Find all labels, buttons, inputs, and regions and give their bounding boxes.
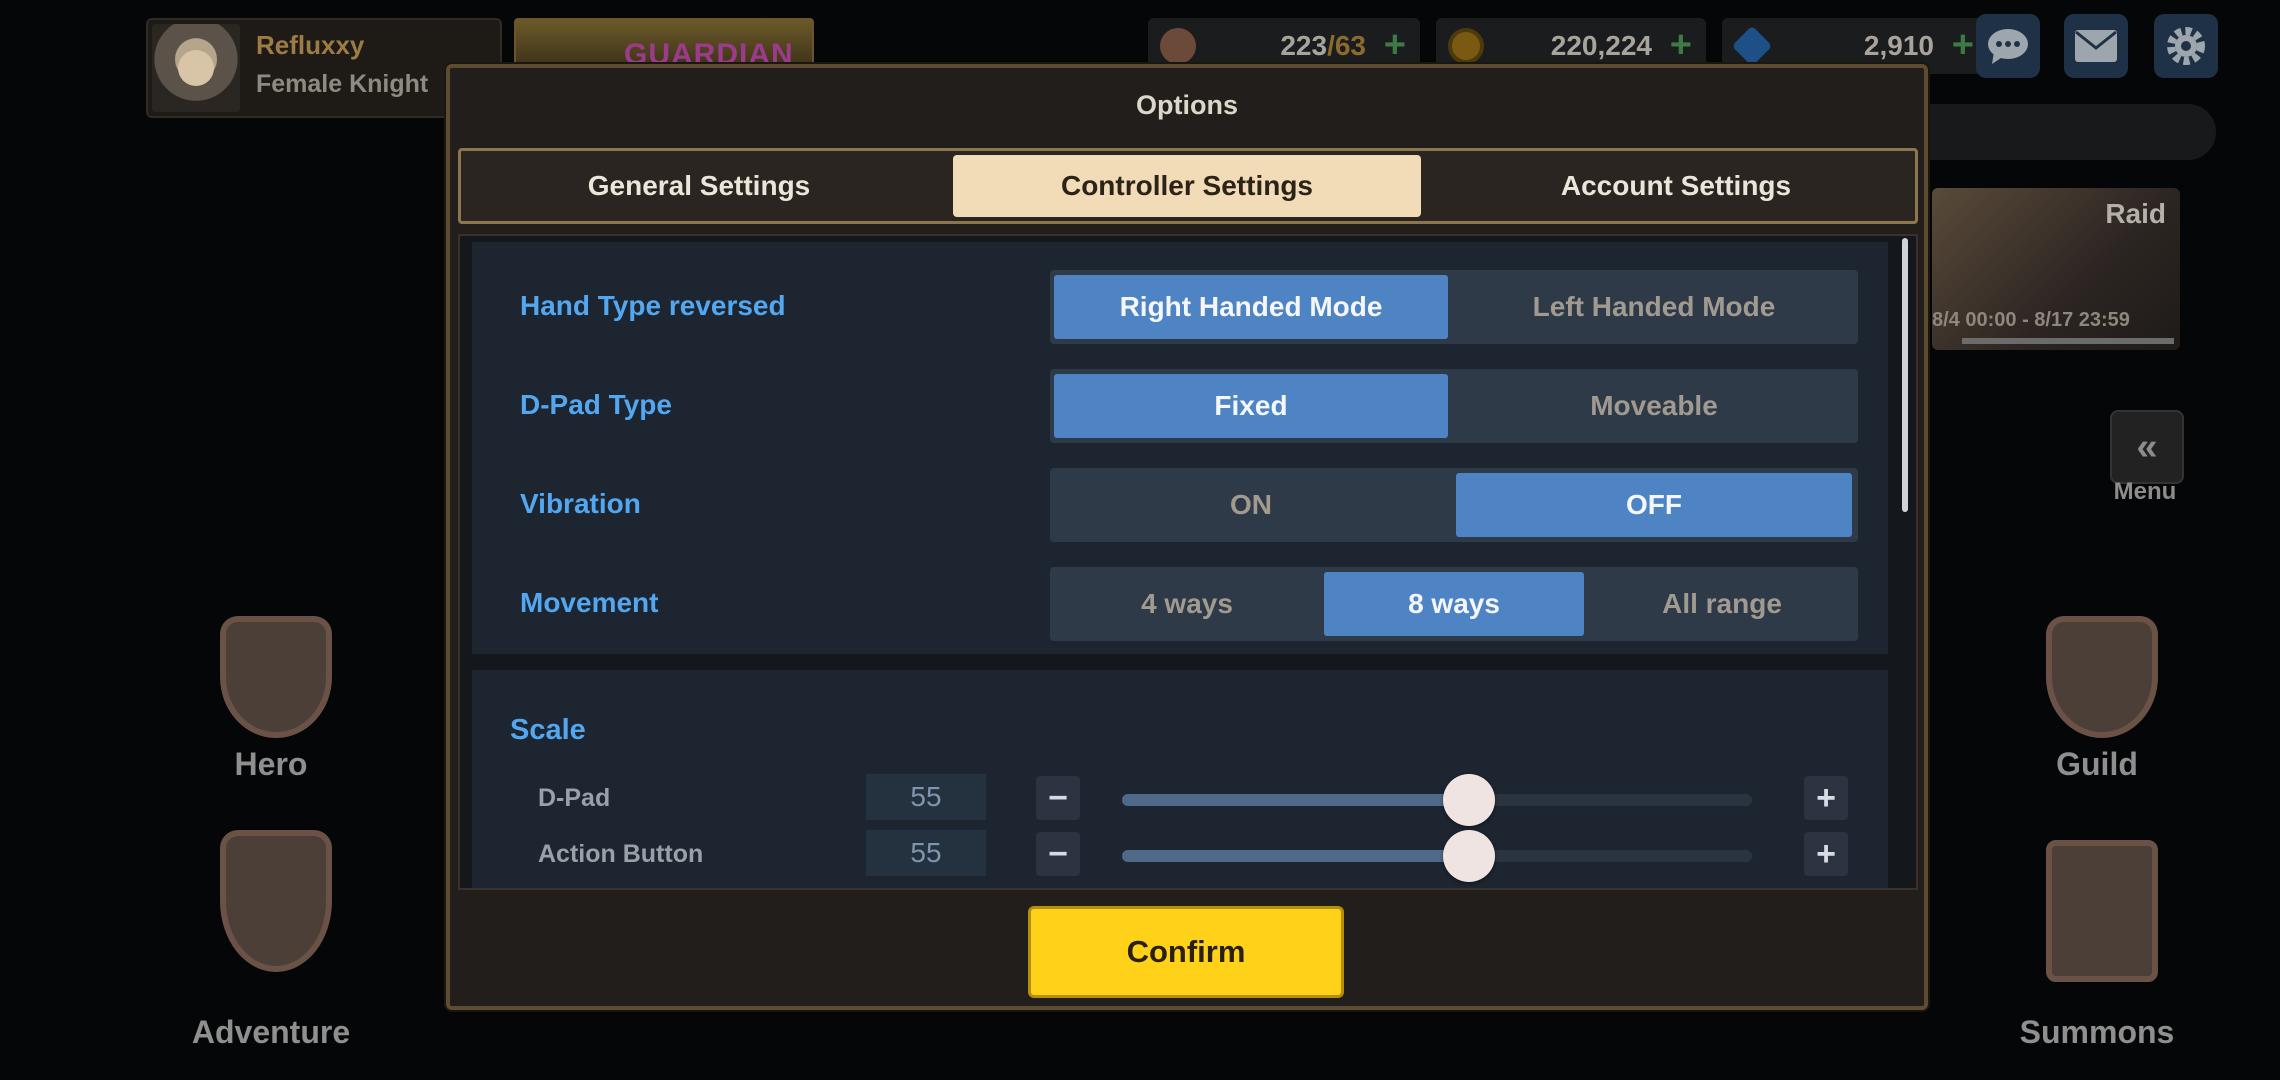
tab-account-settings[interactable]: Account Settings	[1441, 155, 1911, 217]
hand-type-toggle: Right Handed Mode Left Handed Mode	[1050, 270, 1858, 344]
player-class: Female Knight	[256, 70, 429, 98]
mail-button[interactable]	[2064, 14, 2128, 78]
gold-coin-icon	[1448, 28, 1484, 64]
dpad-scale-handle[interactable]	[1442, 774, 1495, 826]
action-button-scale-value: 55	[866, 830, 986, 876]
action-button-scale-row: Action Button 55 − +	[472, 826, 1888, 886]
player-name: Refluxxy	[256, 30, 365, 60]
movement-toggle: 4 ways 8 ways All range	[1050, 567, 1858, 641]
hero-nav-label: Hero	[234, 746, 308, 782]
summons-icon	[2046, 840, 2158, 982]
gear-icon	[2167, 27, 2205, 65]
tab-general-settings[interactable]: General Settings	[467, 155, 931, 217]
add-stamina-button[interactable]: +	[1384, 24, 1406, 67]
movement-all-range-option[interactable]: All range	[1590, 572, 1854, 636]
action-button-scale-decrease-button[interactable]: −	[1036, 832, 1080, 876]
raid-date: 8/4 00:00 - 8/17 23:59	[1932, 309, 2130, 331]
action-button-scale-handle[interactable]	[1442, 830, 1495, 882]
raid-banner[interactable]: Raid 8/4 00:00 - 8/17 23:59	[1932, 188, 2180, 350]
dpad-type-label: D-Pad Type	[520, 389, 672, 420]
hero-nav-button[interactable]	[210, 616, 332, 738]
guild-nav-label: Guild	[2056, 746, 2138, 782]
stamina-value: 223/63	[1280, 30, 1366, 61]
player-avatar	[152, 24, 240, 112]
vibration-label: Vibration	[520, 488, 641, 519]
guild-icon	[2046, 616, 2158, 738]
dpad-scale-value: 55	[866, 774, 986, 820]
dpad-scale-fill	[1122, 794, 1469, 806]
settings-tabs: General Settings Controller Settings Acc…	[458, 148, 1918, 224]
dpad-scale-row: D-Pad 55 − +	[472, 770, 1888, 830]
movement-8-ways-option[interactable]: 8 ways	[1324, 572, 1584, 636]
dpad-type-toggle: Fixed Moveable	[1050, 369, 1858, 443]
options-title: Options	[1136, 90, 1238, 120]
dpad-fixed-option[interactable]: Fixed	[1054, 374, 1448, 438]
confirm-button[interactable]: Confirm	[1028, 906, 1344, 998]
action-button-scale-fill	[1122, 850, 1469, 862]
mail-icon	[2075, 30, 2117, 62]
dpad-scale-increase-button[interactable]: +	[1804, 776, 1848, 820]
chat-button[interactable]	[1976, 14, 2040, 78]
gold-value: 220,224	[1550, 30, 1652, 61]
raid-progress-bar	[1962, 338, 2174, 344]
action-button-scale-increase-button[interactable]: +	[1804, 832, 1848, 876]
gem-value: 2,910	[1863, 30, 1934, 61]
add-gem-button[interactable]: +	[1952, 24, 1974, 67]
dpad-moveable-option[interactable]: Moveable	[1456, 374, 1852, 438]
action-button-scale-slider[interactable]	[1122, 830, 1752, 882]
controller-options-section: Hand Type reversed Right Handed Mode Lef…	[472, 242, 1888, 654]
adventure-icon	[220, 830, 332, 972]
adventure-nav-button[interactable]	[210, 830, 332, 972]
chat-bubble-icon	[1988, 29, 2028, 64]
dpad-scale-label: D-Pad	[538, 784, 611, 812]
settings-button[interactable]	[2154, 14, 2218, 78]
summons-nav-label: Summons	[2019, 1014, 2175, 1050]
vibration-off-option[interactable]: OFF	[1456, 473, 1852, 537]
left-handed-mode-option[interactable]: Left Handed Mode	[1456, 275, 1852, 339]
options-dialog: Options General Settings Controller Sett…	[446, 64, 1928, 1010]
vibration-toggle: ON OFF	[1050, 468, 1858, 542]
dpad-scale-slider[interactable]	[1122, 774, 1752, 826]
scale-title: Scale	[510, 714, 586, 746]
coffee-cup-icon	[1160, 28, 1196, 64]
menu-collapse-button[interactable]: «	[2110, 410, 2184, 484]
double-chevron-left-icon: «	[2136, 425, 2158, 468]
tab-controller-settings[interactable]: Controller Settings	[953, 155, 1421, 217]
action-button-scale-label: Action Button	[538, 840, 704, 868]
summons-nav-button[interactable]	[2036, 840, 2158, 982]
menu-label: Menu	[2113, 478, 2177, 505]
settings-scrollbar[interactable]	[1902, 238, 1908, 512]
right-handed-mode-option[interactable]: Right Handed Mode	[1054, 275, 1448, 339]
guild-nav-button[interactable]	[2036, 616, 2158, 738]
gem-icon	[1731, 25, 1773, 67]
vibration-on-option[interactable]: ON	[1054, 473, 1448, 537]
dpad-scale-decrease-button[interactable]: −	[1036, 776, 1080, 820]
adventure-nav-label: Adventure	[191, 1014, 351, 1050]
movement-4-ways-option[interactable]: 4 ways	[1054, 572, 1320, 636]
add-gold-button[interactable]: +	[1670, 24, 1692, 67]
controller-settings-panel[interactable]: Hand Type reversed Right Handed Mode Lef…	[458, 234, 1918, 890]
movement-label: Movement	[520, 587, 659, 618]
hero-icon	[220, 616, 332, 738]
hand-type-label: Hand Type reversed	[520, 290, 786, 321]
raid-title: Raid	[2105, 198, 2166, 229]
